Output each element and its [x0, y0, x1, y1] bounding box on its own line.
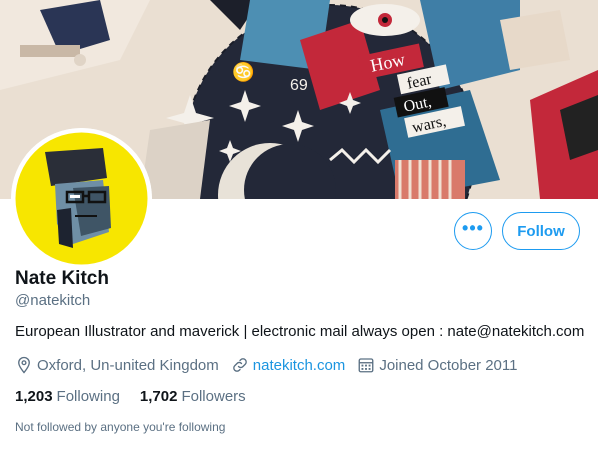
followers-label: Followers	[181, 388, 246, 405]
location-item: Oxford, Un-united Kingdom	[15, 356, 219, 374]
location-pin-icon	[18, 356, 30, 374]
svg-text:♋: ♋	[232, 61, 254, 82]
more-options-button[interactable]: •••	[454, 212, 492, 250]
link-icon	[232, 358, 247, 372]
profile-name: Nate Kitch	[15, 268, 109, 289]
avatar-illustration	[11, 128, 152, 269]
followers-count: 1,702	[139, 388, 178, 405]
following-count: 1,203	[15, 388, 53, 405]
profile-bio: European Illustrator and maverick | elec…	[15, 323, 585, 340]
social-context-note: Not followed by anyone you're following	[15, 420, 226, 434]
joined-item: Joined October 2011	[357, 356, 517, 374]
website-link[interactable]: natekitch.com	[253, 357, 346, 374]
following-stat[interactable]: 1,203 Following	[15, 388, 120, 405]
more-icon: •••	[462, 218, 484, 238]
profile-stats: 1,203 Following 1,702 Followers	[15, 388, 266, 405]
joined-text: Joined October 2011	[379, 356, 518, 374]
website-item[interactable]: natekitch.com	[231, 356, 346, 374]
svg-text:69: 69	[290, 77, 308, 94]
profile-avatar[interactable]	[11, 128, 152, 269]
follow-button[interactable]: Follow	[502, 212, 580, 250]
profile-handle: @natekitch	[15, 292, 91, 309]
following-label: Following	[56, 388, 120, 405]
location-text: Oxford, Un-united Kingdom	[37, 356, 219, 374]
calendar-icon	[358, 358, 374, 373]
followers-stat[interactable]: 1,702 Followers	[140, 388, 246, 405]
profile-meta: Oxford, Un-united Kingdom natekitch.com …	[15, 355, 529, 375]
